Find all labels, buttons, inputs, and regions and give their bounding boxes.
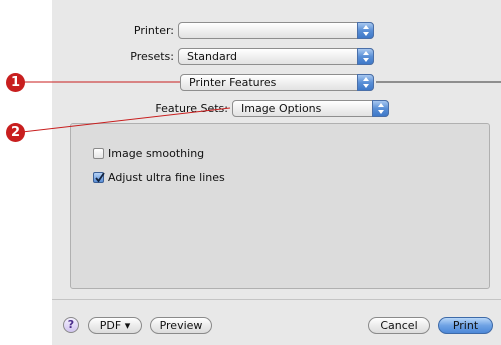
printer-popup[interactable] <box>178 22 374 39</box>
presets-popup[interactable]: Standard <box>178 48 374 65</box>
up-down-arrows-icon <box>378 103 384 114</box>
options-panel: Image smoothing Adjust ultra fine lines <box>70 123 490 289</box>
presets-popup-value: Standard <box>187 50 238 63</box>
up-down-arrows-icon <box>363 25 369 36</box>
feature-sets-label: Feature Sets: <box>155 102 228 115</box>
print-dialog: Printer: Presets: Standard Printer Featu… <box>52 0 501 345</box>
checkmark-icon <box>95 172 105 183</box>
help-button[interactable]: ? <box>63 317 79 333</box>
adjust-ultra-fine-lines-label: Adjust ultra fine lines <box>108 171 225 184</box>
presets-label: Presets: <box>130 50 174 63</box>
callout-2-badge: 2 <box>6 123 25 142</box>
feature-sets-arrows <box>372 100 389 117</box>
image-smoothing-checkbox[interactable] <box>93 148 104 159</box>
printer-popup-arrows <box>357 22 374 39</box>
presets-popup-arrows <box>357 48 374 65</box>
pdf-button[interactable]: PDF ▾ <box>88 317 142 334</box>
print-button[interactable]: Print <box>438 317 493 334</box>
up-down-arrows-icon <box>363 51 369 62</box>
up-down-arrows-icon <box>363 77 369 88</box>
cancel-button[interactable]: Cancel <box>368 317 430 334</box>
pane-menu-popup[interactable]: Printer Features <box>180 74 374 91</box>
feature-sets-value: Image Options <box>241 102 322 115</box>
callout-1-badge: 1 <box>6 73 25 92</box>
adjust-ultra-fine-lines-checkbox[interactable] <box>93 172 105 183</box>
pane-menu-arrows <box>357 74 374 91</box>
printer-label: Printer: <box>133 24 174 37</box>
image-smoothing-label: Image smoothing <box>108 147 205 160</box>
footer-separator <box>52 299 501 300</box>
preview-button[interactable]: Preview <box>150 317 212 334</box>
feature-sets-popup[interactable]: Image Options <box>232 100 389 117</box>
pane-menu-value: Printer Features <box>189 76 277 89</box>
